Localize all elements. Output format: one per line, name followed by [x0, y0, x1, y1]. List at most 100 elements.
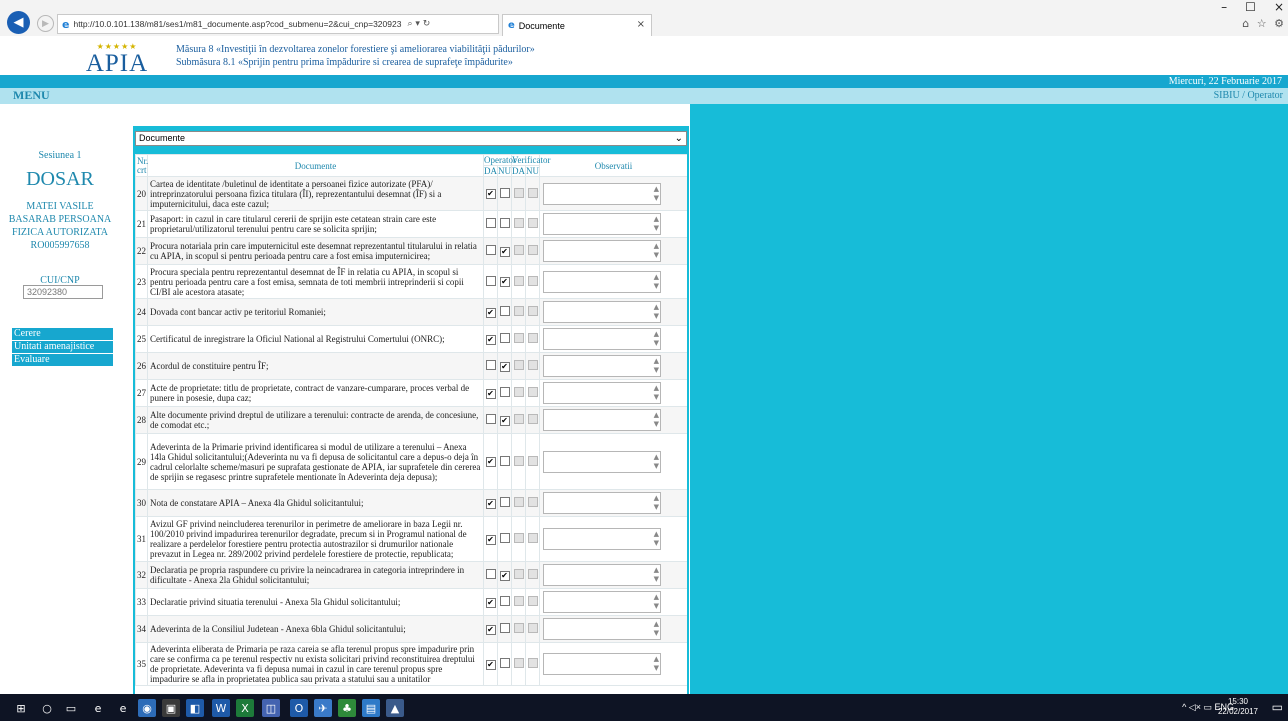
sidebar-item-cerere[interactable]: Cerere — [12, 328, 113, 340]
table-row: 22 Procura notariala prin care imputernic… — [135, 237, 687, 265]
operator-da-checkbox[interactable]: ✔ — [485, 597, 496, 608]
scroll-down-icon: ▼ — [653, 251, 660, 259]
operator-da-checkbox[interactable]: ✔ — [485, 498, 496, 509]
operator-da-checkbox[interactable]: ✔ — [485, 624, 496, 635]
operator-nu-checkbox[interactable]: ✔ — [499, 246, 510, 257]
operator-nu-checkbox[interactable]: ✔ — [499, 570, 510, 581]
side-nav: Cerere Unitati amenajistice Evaluare — [12, 328, 113, 367]
operator-nu-checkbox[interactable] — [499, 658, 510, 668]
documents-table: Nr. crt Documente Operator Verificator O… — [135, 154, 687, 686]
outlook-icon[interactable]: O — [290, 699, 308, 717]
operator-nu-checkbox[interactable] — [499, 623, 510, 633]
observatii-textarea[interactable]: ▲ ▼ — [543, 213, 662, 235]
document-text: Adeverinta eliberata de Primaria pe raza… — [147, 642, 484, 686]
operator-da-checkbox[interactable]: ✔ — [485, 334, 496, 345]
operator-da-checkbox[interactable] — [485, 218, 496, 228]
observatii-textarea[interactable]: ▲ ▼ — [543, 492, 662, 514]
operator-da-checkbox[interactable]: ✔ — [485, 534, 496, 545]
tab-close-icon[interactable]: × — [637, 19, 645, 30]
operator-da-checkbox[interactable]: ✔ — [485, 307, 496, 318]
clock-date: 22/02/2017 — [1217, 707, 1258, 716]
close-window-icon[interactable]: × — [1274, 0, 1284, 14]
sidebar-item-unitati[interactable]: Unitati amenajistice — [12, 341, 113, 353]
operator-nu-checkbox[interactable] — [499, 497, 510, 507]
operator-nu-checkbox[interactable] — [499, 187, 510, 198]
verificator-nu-checkbox — [527, 414, 538, 424]
observatii-textarea[interactable]: ▲ ▼ — [543, 240, 662, 262]
forward-icon[interactable]: ▶ — [37, 15, 54, 32]
observatii-textarea[interactable]: ▲ ▼ — [543, 409, 662, 431]
operator-nu-checkbox[interactable] — [499, 218, 510, 228]
maximize-icon[interactable]: ☐ — [1245, 0, 1256, 14]
observatii-textarea[interactable]: ▲ ▼ — [543, 591, 662, 613]
tab-documente[interactable]: e Documente × — [502, 14, 652, 36]
operator-nu-checkbox[interactable]: ✔ — [499, 361, 510, 372]
observatii-textarea[interactable]: ▲ ▼ — [543, 328, 662, 350]
edge-icon[interactable]: e — [89, 699, 107, 717]
sidebar-item-evaluare[interactable]: Evaluare — [12, 354, 113, 366]
table-row: 32 Declaratia pe propria raspundere cu pr… — [135, 561, 687, 589]
app-icon[interactable]: ♣ — [338, 699, 356, 717]
document-text: Acte de proprietate: titlu de proprietat… — [147, 379, 484, 407]
observatii-textarea[interactable]: ▲ ▼ — [543, 564, 662, 586]
task-view-icon[interactable]: ▭ — [62, 699, 80, 717]
verificator-da-checkbox — [513, 414, 524, 424]
back-icon[interactable]: ◀ — [7, 11, 30, 34]
table-row: 27 Acte de proprietate: titlu de propriet… — [135, 379, 687, 407]
ie-icon[interactable]: e — [114, 699, 132, 717]
observatii-textarea[interactable]: ▲ ▼ — [543, 182, 662, 205]
scroll-up-icon: ▲ — [653, 330, 660, 338]
operator-da-checkbox[interactable] — [485, 360, 496, 370]
observatii-textarea[interactable]: ▲ ▼ — [543, 618, 662, 640]
row-number: 35 — [135, 642, 148, 686]
minimize-icon[interactable]: – — [1221, 0, 1227, 14]
operator-nu-checkbox[interactable] — [499, 306, 510, 316]
operator-nu-checkbox[interactable] — [499, 455, 510, 466]
start-icon[interactable]: ⊞ — [12, 699, 30, 717]
notification-icon[interactable]: ▭ — [1272, 700, 1283, 714]
operator-da-checkbox[interactable]: ✔ — [485, 659, 496, 670]
operator-da-checkbox[interactable] — [485, 414, 496, 424]
operator-da-checkbox[interactable]: ✔ — [485, 457, 496, 467]
operator-nu-checkbox[interactable]: ✔ — [499, 277, 510, 287]
app-icon[interactable]: ✈ — [314, 699, 332, 717]
row-number: 29 — [135, 433, 148, 490]
app-icon[interactable]: ◫ — [262, 699, 280, 717]
operator-da-checkbox[interactable] — [485, 275, 496, 286]
document-text: Certificatul de inregistrare la Oficiul … — [147, 325, 484, 353]
browser-toolbar-icons[interactable]: ⌂ ☆ ⚙ — [1242, 17, 1286, 30]
observatii-textarea[interactable]: ▲ ▼ — [543, 528, 662, 550]
word-icon[interactable]: W — [212, 699, 230, 717]
store-icon[interactable]: ▣ — [162, 699, 180, 717]
cui-input[interactable] — [23, 285, 103, 299]
address-tools-icon[interactable]: ⌕ ▾ ↻ — [407, 19, 430, 29]
observatii-textarea[interactable]: ▲ ▼ — [543, 355, 662, 377]
observatii-textarea[interactable]: ▲ ▼ — [543, 450, 662, 473]
scroll-down-icon: ▼ — [653, 193, 660, 202]
section-select[interactable]: Documente ⌄ — [135, 131, 687, 146]
sidebar: Sesiunea 1 DOSAR MATEI VASILE BASARAB PE… — [0, 104, 120, 694]
app-icon[interactable]: ▲ — [386, 699, 404, 717]
scroll-down-icon: ▼ — [653, 312, 660, 320]
operator-nu-checkbox[interactable]: ✔ — [499, 415, 510, 426]
operator-nu-checkbox[interactable] — [499, 387, 510, 397]
app-icon[interactable]: ◧ — [186, 699, 204, 717]
operator-da-checkbox[interactable] — [485, 245, 496, 255]
operator-nu-checkbox[interactable] — [499, 596, 510, 606]
search-icon[interactable]: ○ — [38, 699, 56, 717]
observatii-textarea[interactable]: ▲ ▼ — [543, 653, 662, 675]
chrome-icon[interactable]: ◉ — [138, 699, 156, 717]
app-icon[interactable]: ▤ — [362, 699, 380, 717]
operator-da-checkbox[interactable]: ✔ — [485, 189, 496, 199]
operator-nu-checkbox[interactable] — [499, 533, 510, 543]
observatii-textarea[interactable]: ▲ ▼ — [543, 270, 662, 293]
operator-da-checkbox[interactable] — [485, 569, 496, 579]
operator-da-checkbox[interactable]: ✔ — [485, 388, 496, 399]
observatii-textarea[interactable]: ▲ ▼ — [543, 301, 662, 323]
scroll-down-icon: ▼ — [653, 366, 660, 374]
address-bar[interactable]: e http://10.0.101.138/m81/ses1/m81_docum… — [57, 14, 499, 34]
taskbar-clock[interactable]: 15:30 22/02/2017 — [1218, 697, 1258, 717]
observatii-textarea[interactable]: ▲ ▼ — [543, 382, 662, 404]
excel-icon[interactable]: X — [236, 699, 254, 717]
operator-nu-checkbox[interactable] — [499, 333, 510, 343]
